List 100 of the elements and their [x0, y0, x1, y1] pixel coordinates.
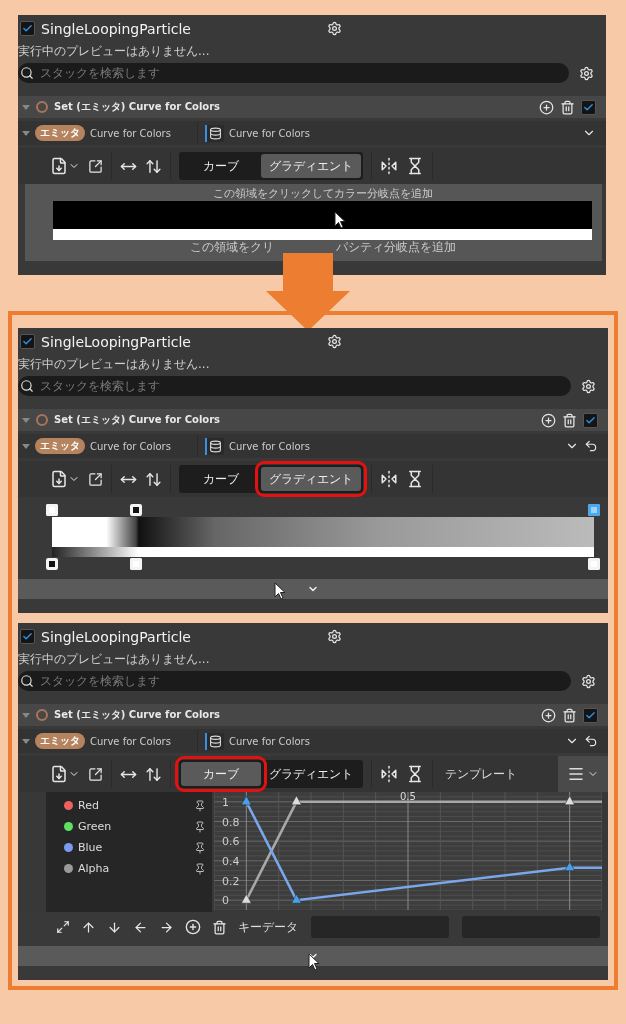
- module-checkbox[interactable]: [583, 707, 598, 723]
- emitter-checkbox[interactable]: [20, 334, 35, 349]
- color-stop-handle[interactable]: [46, 504, 58, 516]
- search-icon: [20, 379, 34, 393]
- collapse-caret-icon[interactable]: [22, 417, 30, 423]
- menu-button[interactable]: [558, 756, 608, 792]
- channel-name[interactable]: Red: [78, 799, 189, 812]
- add-icon[interactable]: [541, 412, 556, 428]
- trash-icon[interactable]: [562, 707, 577, 723]
- add-icon[interactable]: [539, 99, 554, 115]
- flip-icon[interactable]: [380, 157, 398, 175]
- fit-icon[interactable]: [56, 920, 70, 934]
- opacity-stop-handle[interactable]: [588, 558, 600, 570]
- settings-icon[interactable]: [581, 673, 596, 689]
- cursor-icon: [334, 211, 346, 229]
- pin-icon[interactable]: [194, 862, 206, 875]
- module-title: Set (エミッタ) Curve for Colors: [54, 413, 222, 427]
- parameter-value: Curve for Colors: [229, 440, 311, 452]
- pin-icon[interactable]: [194, 841, 206, 854]
- channel-name[interactable]: Blue: [78, 841, 189, 854]
- parameter-name: Curve for Colors: [90, 127, 172, 139]
- axis-label: 0.4: [222, 854, 240, 868]
- curve-graph[interactable]: 1 0.8 0.6 0.4 0.2 0 0.5: [214, 792, 602, 910]
- cursor-icon: [308, 953, 320, 971]
- database-icon[interactable]: [205, 124, 224, 142]
- vertical-arrows-icon[interactable]: [145, 470, 162, 488]
- parameter-value: Curve for Colors: [229, 127, 311, 139]
- hourglass-icon[interactable]: [406, 765, 424, 783]
- trash-icon[interactable]: [212, 919, 227, 935]
- hourglass-icon[interactable]: [406, 157, 424, 175]
- color-gradient-bar[interactable]: [53, 201, 592, 229]
- color-stop-handle[interactable]: [130, 504, 142, 516]
- collapse-caret-icon[interactable]: [22, 104, 30, 110]
- emitter-badge: エミッタ: [35, 733, 85, 749]
- preview-status: 実行中のプレビューはありません...: [18, 356, 211, 373]
- vertical-arrows-icon[interactable]: [145, 765, 162, 783]
- settings-icon[interactable]: [327, 21, 342, 36]
- opacity-stop-handle[interactable]: [46, 558, 58, 570]
- opacity-stop-hint: この領域をクリ: [189, 240, 274, 255]
- vertical-arrows-icon[interactable]: [145, 157, 162, 175]
- add-icon[interactable]: [185, 919, 201, 935]
- search-field[interactable]: スタックを検索します: [18, 376, 571, 396]
- import-icon[interactable]: [50, 157, 80, 175]
- module-checkbox[interactable]: [583, 412, 598, 428]
- channel-name[interactable]: Green: [78, 820, 189, 833]
- parameter-name: Curve for Colors: [90, 440, 172, 452]
- view-tab[interactable]: グラディエント: [261, 762, 361, 786]
- check-icon: [22, 23, 33, 34]
- trash-icon[interactable]: [562, 412, 577, 428]
- collapse-caret-icon[interactable]: [22, 130, 30, 136]
- database-icon[interactable]: [205, 437, 224, 455]
- module-title: Set (エミッタ) Curve for Colors: [54, 708, 222, 722]
- module-checkbox[interactable]: [581, 99, 596, 115]
- channel-name[interactable]: Alpha: [78, 862, 189, 875]
- external-link-icon[interactable]: [88, 158, 103, 174]
- pin-icon[interactable]: [194, 820, 206, 833]
- emitter-checkbox[interactable]: [20, 21, 35, 36]
- color-gradient-bar[interactable]: [52, 517, 594, 547]
- preview-status: 実行中のプレビューはありません...: [18, 43, 211, 60]
- emitter-checkbox[interactable]: [20, 629, 35, 644]
- collapse-caret-icon[interactable]: [22, 738, 30, 744]
- import-icon[interactable]: [50, 765, 80, 783]
- settings-icon[interactable]: [579, 65, 594, 81]
- settings-icon[interactable]: [327, 334, 342, 349]
- collapse-caret-icon[interactable]: [22, 443, 30, 449]
- search-field[interactable]: スタックを検索します: [18, 63, 569, 83]
- opacity-stop-handle[interactable]: [130, 558, 142, 570]
- template-button[interactable]: テンプレート: [441, 765, 521, 783]
- view-tab[interactable]: カーブ: [181, 154, 261, 178]
- hourglass-icon[interactable]: [406, 470, 424, 488]
- view-tab[interactable]: グラディエント: [261, 154, 361, 178]
- import-icon[interactable]: [50, 470, 80, 488]
- collapse-caret-icon[interactable]: [22, 712, 30, 718]
- search-icon: [20, 66, 34, 80]
- check-icon: [583, 101, 594, 113]
- gradient-editor[interactable]: この領域をクリックしてカラー分岐点を追加 この領域をクリ パシティ分岐点を追加: [25, 184, 602, 261]
- opacity-gradient-bar[interactable]: [52, 547, 594, 557]
- opacity-stop-hint: パシティ分岐点を追加: [335, 240, 456, 255]
- arrow-right-icon[interactable]: [159, 919, 174, 935]
- axis-label: 0.5: [400, 792, 416, 802]
- flip-icon[interactable]: [380, 470, 398, 488]
- search-icon: [20, 674, 34, 688]
- arrow-down-icon[interactable]: [107, 919, 122, 935]
- view-tab[interactable]: カーブ: [181, 467, 261, 491]
- emitter-badge: エミッタ: [35, 438, 85, 454]
- search-field[interactable]: スタックを検索します: [18, 671, 571, 691]
- add-icon[interactable]: [541, 707, 556, 723]
- database-icon[interactable]: [205, 732, 224, 750]
- pin-icon[interactable]: [194, 799, 206, 812]
- color-stop-handle[interactable]: [588, 504, 600, 516]
- trash-icon[interactable]: [560, 99, 575, 115]
- check-icon: [585, 709, 596, 721]
- external-link-icon[interactable]: [88, 471, 103, 487]
- settings-icon[interactable]: [327, 629, 342, 644]
- reset-icon[interactable]: [584, 439, 598, 453]
- module-ring-icon: [36, 709, 48, 721]
- reset-icon[interactable]: [584, 734, 598, 748]
- flip-icon[interactable]: [380, 765, 398, 783]
- external-link-icon[interactable]: [88, 766, 103, 782]
- settings-icon[interactable]: [581, 378, 596, 394]
